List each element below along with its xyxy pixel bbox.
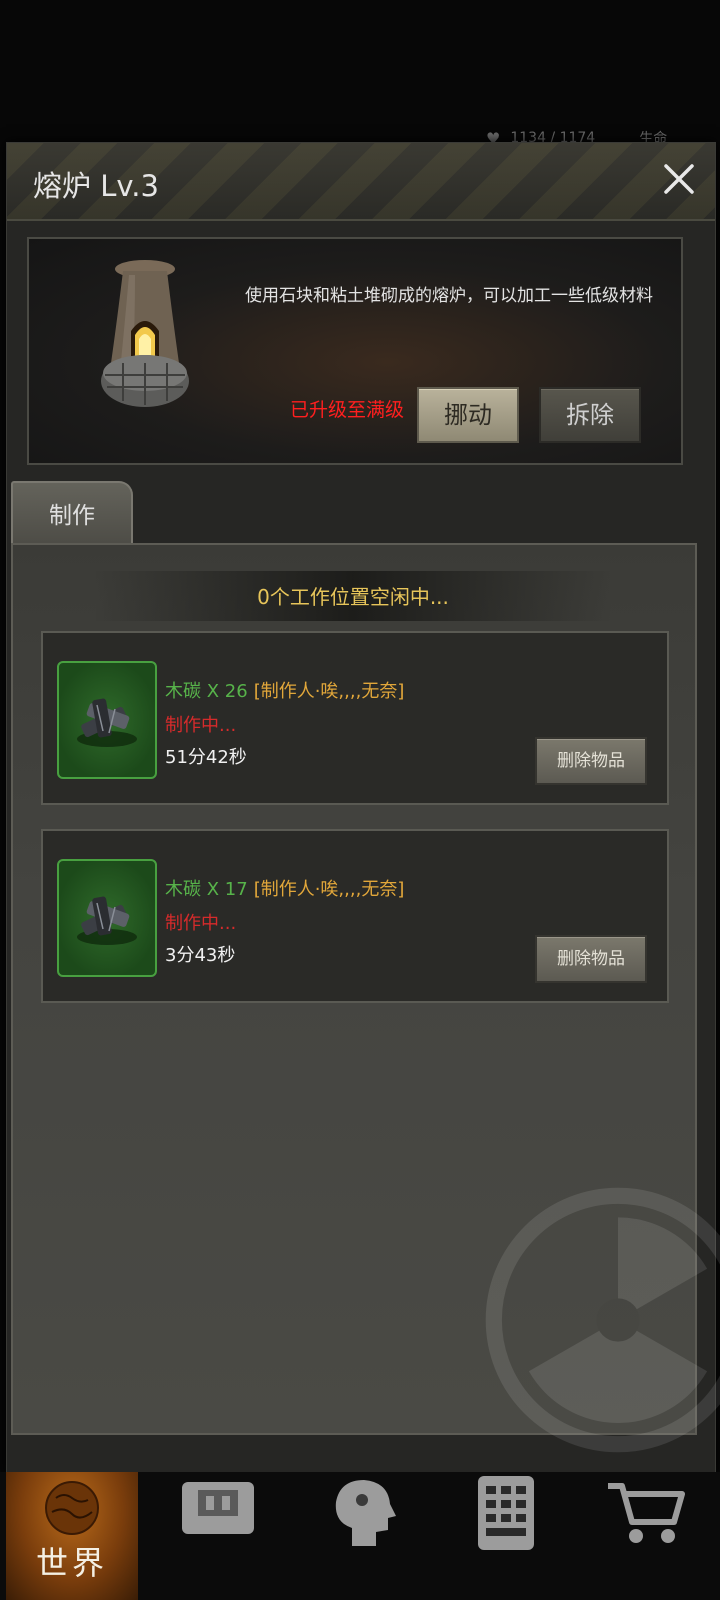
- dialog-header: 熔炉 Lv.3: [7, 143, 715, 221]
- nav-world[interactable]: 世界: [6, 1472, 138, 1600]
- job-time-left: 51分42秒: [165, 747, 247, 768]
- crafting-panel: 0个工作位置空闲中... 木碳 X 26 [制作人·唉,,,,无奈] 制作中...…: [11, 543, 720, 1453]
- phone-icon[interactable]: [464, 1476, 548, 1550]
- job-status: 制作中...: [165, 715, 237, 736]
- craft-job-card: 木碳 X 17 [制作人·唉,,,,无奈] 制作中... 3分43秒 删除物品: [41, 829, 669, 1003]
- maker-name: [制作人·唉,,,,无奈]: [253, 879, 405, 900]
- demolish-button[interactable]: 拆除: [539, 387, 641, 443]
- idle-slots-banner: 0个工作位置空闲中...: [93, 571, 613, 621]
- item-name: 木碳 X 17: [165, 879, 248, 900]
- building-info-panel: 使用石块和粘土堆砌成的熔炉，可以加工一些低级材料 已升级至满级 挪动 拆除: [27, 237, 683, 465]
- tab-crafting[interactable]: 制作: [11, 481, 133, 545]
- item-slot[interactable]: [57, 859, 157, 977]
- job-status: 制作中...: [165, 913, 237, 934]
- building-description: 使用石块和粘土堆砌成的熔炉，可以加工一些低级材料: [245, 286, 653, 306]
- craft-job-card: 木碳 X 26 [制作人·唉,,,,无奈] 制作中... 51分42秒 删除物品: [41, 631, 669, 805]
- furnace-dialog: 熔炉 Lv.3 使用石块和粘土堆砌成的熔炉，可以加工一些低级材料 已升级至满级 …: [6, 142, 720, 1474]
- charcoal-icon: [77, 896, 137, 945]
- backpack-icon[interactable]: [176, 1476, 260, 1550]
- world-globe-icon: [45, 1481, 99, 1535]
- delete-item-button[interactable]: 删除物品: [535, 737, 647, 785]
- furnace-icon: [101, 260, 189, 407]
- character-head-icon[interactable]: [322, 1476, 406, 1550]
- dialog-title: 熔炉 Lv.3: [33, 169, 159, 203]
- job-title-line: 木碳 X 17 [制作人·唉,,,,无奈]: [165, 875, 404, 901]
- shop-cart-icon[interactable]: [604, 1476, 688, 1550]
- item-name: 木碳 X 26: [165, 681, 248, 702]
- nav-world-label: 世界: [35, 1544, 108, 1582]
- radiation-watermark-icon: [485, 1187, 720, 1453]
- job-title-line: 木碳 X 26 [制作人·唉,,,,无奈]: [165, 677, 404, 703]
- bottom-nav: 世界: [0, 1472, 720, 1600]
- move-button[interactable]: 挪动: [417, 387, 519, 443]
- maker-name: [制作人·唉,,,,无奈]: [253, 681, 405, 702]
- close-icon[interactable]: [657, 157, 701, 201]
- charcoal-icon: [77, 698, 137, 747]
- max-level-label: 已升级至满级: [290, 399, 405, 421]
- delete-item-button[interactable]: 删除物品: [535, 935, 647, 983]
- item-slot[interactable]: [57, 661, 157, 779]
- job-time-left: 3分43秒: [165, 945, 236, 966]
